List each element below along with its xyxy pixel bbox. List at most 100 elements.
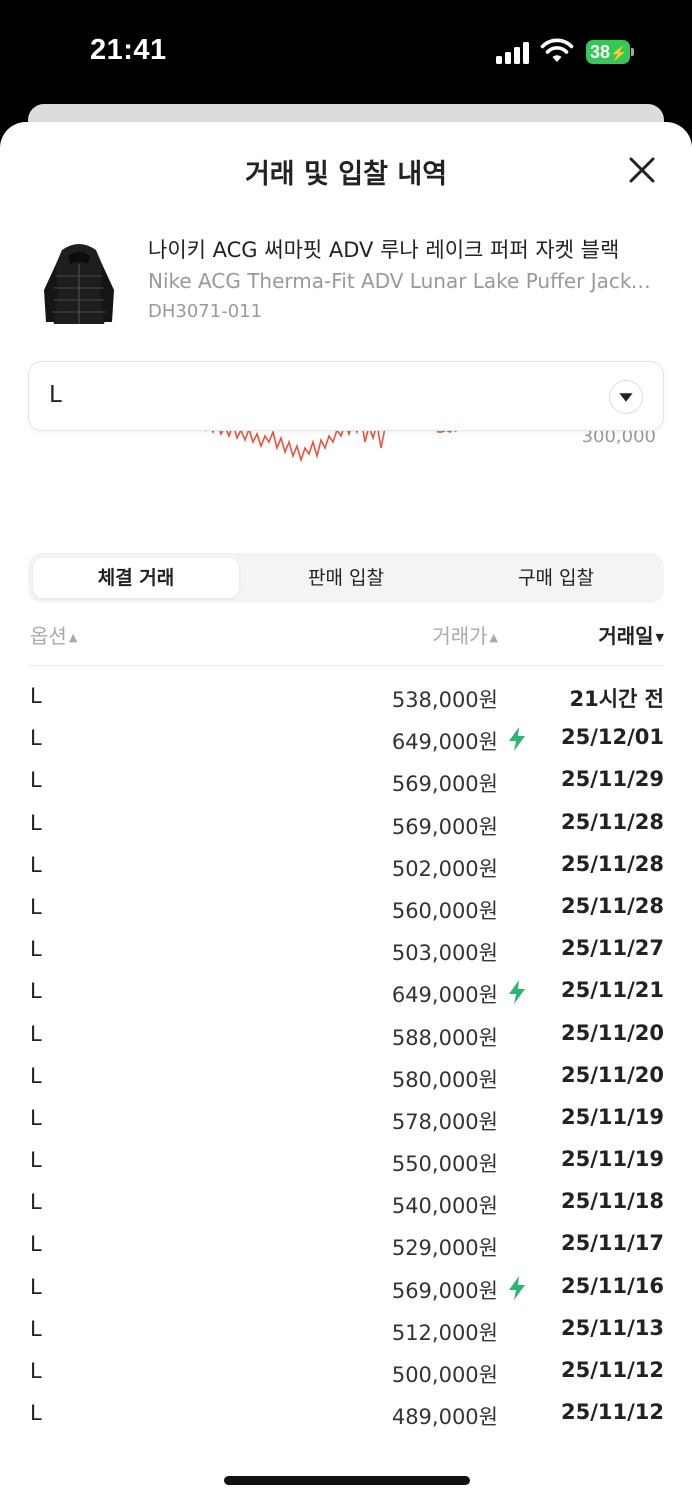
row-price: 502,000원 (391, 856, 498, 881)
table-row: L 588,000원 25/11/20 (28, 1014, 664, 1056)
tab-buy-bids[interactable]: 구매 입찰 (453, 558, 659, 598)
row-date: 25/12/01 (560, 725, 664, 750)
row-option: L (30, 1401, 42, 1426)
row-option: L (30, 810, 42, 835)
product-model-code: DH3071-011 (148, 301, 263, 322)
cellular-signal-icon (496, 42, 530, 64)
row-date: 25/11/20 (560, 1062, 664, 1087)
row-option: L (30, 1105, 42, 1130)
row-option: L (30, 937, 42, 962)
row-option: L (30, 1274, 42, 1299)
row-price: 529,000원 (391, 1236, 498, 1261)
tab-completed-trades[interactable]: 체결 거래 (33, 558, 239, 598)
fast-delivery-bolt-icon (509, 980, 525, 1005)
table-row: L 540,000원 25/11/18 (28, 1182, 664, 1224)
product-thumbnail (44, 244, 114, 324)
row-date: 25/11/27 (560, 936, 664, 961)
home-indicator (224, 1476, 470, 1485)
row-option: L (30, 1316, 42, 1341)
table-row: L 578,000원 25/11/19 (28, 1098, 664, 1140)
sort-desc-icon: ▼ (655, 631, 664, 644)
row-option: L (30, 726, 42, 751)
battery-level: 38 (590, 42, 611, 62)
sheet-title: 거래 및 입찰 내역 (244, 159, 448, 190)
table-row: L 503,000원 25/11/27 (28, 929, 664, 971)
table-row: L 560,000원 25/11/28 (28, 887, 664, 929)
row-date: 25/11/19 (560, 1104, 664, 1129)
row-price: 500,000원 (391, 1363, 498, 1387)
row-price: 550,000원 (391, 1152, 498, 1177)
column-header-option[interactable]: 옵션 ▲ (30, 620, 77, 649)
row-option: L (30, 852, 42, 877)
row-option: L (30, 1063, 42, 1088)
wifi-icon (540, 38, 574, 62)
row-date: 25/11/16 (560, 1273, 664, 1298)
close-icon[interactable] (624, 152, 660, 188)
sort-icon: ▲ (68, 631, 78, 644)
row-price: 569,000원 (391, 772, 498, 797)
column-header-date-label: 거래일 (598, 624, 654, 648)
row-date: 25/11/12 (560, 1358, 664, 1382)
row-option: L (30, 1232, 42, 1257)
row-price: 649,000원 (391, 730, 498, 755)
row-option: L (30, 1190, 42, 1215)
row-option: L (30, 979, 42, 1004)
column-header-price[interactable]: 거래가 ▲ (432, 620, 498, 649)
column-header-date[interactable]: 거래일 ▼ (598, 620, 664, 649)
row-price: 588,000원 (391, 1025, 498, 1050)
table-row: L 569,000원 25/11/29 (28, 760, 664, 802)
row-price: 512,000원 (391, 1320, 498, 1345)
row-price: 538,000원 (391, 688, 498, 712)
fast-delivery-bolt-icon (509, 1275, 525, 1300)
row-price: 649,000원 (391, 983, 498, 1008)
row-price: 503,000원 (391, 941, 498, 966)
table-row: L 489,000원 25/11/12 (28, 1393, 664, 1435)
row-date: 25/11/17 (560, 1231, 664, 1256)
fast-delivery-bolt-icon (509, 727, 525, 752)
row-date: 25/11/20 (560, 1020, 664, 1045)
table-row: L 550,000원 25/11/19 (28, 1140, 664, 1182)
row-date: 25/11/29 (560, 767, 664, 792)
table-row: L 500,000원 25/11/12 (28, 1351, 664, 1393)
table-row: L 569,000원 25/11/16 (28, 1267, 664, 1309)
row-option: L (30, 1148, 42, 1173)
row-date: 25/11/12 (560, 1400, 664, 1425)
table-row: L 512,000원 25/11/13 (28, 1309, 664, 1351)
battery-icon: 38⚡ (586, 40, 634, 64)
trade-list: L 538,000원 21시간 전 L 649,000원 25/12/01 L 569,000… (28, 676, 664, 1435)
row-date: 25/11/19 (560, 1147, 664, 1172)
sort-icon: ▲ (489, 631, 498, 644)
table-row: L 580,000원 25/11/20 (28, 1056, 664, 1098)
row-price: 560,000원 (391, 898, 498, 923)
table-row: L 538,000원 21시간 전 (28, 676, 664, 718)
row-date: 21시간 전 (569, 687, 665, 711)
charging-bolt-icon: ⚡ (610, 45, 628, 61)
row-price: 578,000원 (391, 1109, 498, 1134)
row-date: 25/11/18 (560, 1189, 664, 1214)
row-price: 569,000원 (391, 814, 498, 839)
chevron-down-icon[interactable] (609, 380, 643, 414)
row-price: 489,000원 (391, 1405, 498, 1430)
size-select[interactable]: L (28, 361, 664, 431)
row-option: L (30, 1359, 42, 1383)
row-price: 580,000원 (391, 1067, 498, 1092)
size-select-value: L (49, 382, 62, 408)
table-row: L 502,000원 25/11/28 (28, 845, 664, 887)
table-row: L 649,000원 25/11/21 (28, 971, 664, 1013)
status-time: 21:41 (90, 34, 167, 66)
table-row: L 649,000원 25/12/01 (28, 718, 664, 760)
row-option: L (30, 1021, 42, 1046)
row-option: L (30, 894, 42, 919)
product-name-korean: 나이키 ACG 써마핏 ADV 루나 레이크 퍼퍼 자켓 블랙 (148, 238, 620, 262)
product-name-english: Nike ACG Therma-Fit ADV Lunar Lake Puffe… (148, 269, 662, 293)
row-date: 25/11/28 (560, 809, 664, 834)
column-header-option-label: 옵션 (30, 624, 67, 648)
row-date: 25/11/28 (560, 851, 664, 876)
table-header: 옵션 ▲ 거래가 ▲ 거래일 ▼ (28, 618, 664, 666)
table-row: L 529,000원 25/11/17 (28, 1224, 664, 1266)
status-bar: 21:41 38⚡ (0, 0, 692, 100)
history-tabs: 체결 거래 판매 입찰 구매 입찰 (28, 553, 664, 603)
row-price: 540,000원 (391, 1194, 498, 1219)
tab-sell-bids[interactable]: 판매 입찰 (243, 558, 449, 598)
table-row: L 569,000원 25/11/28 (28, 803, 664, 845)
